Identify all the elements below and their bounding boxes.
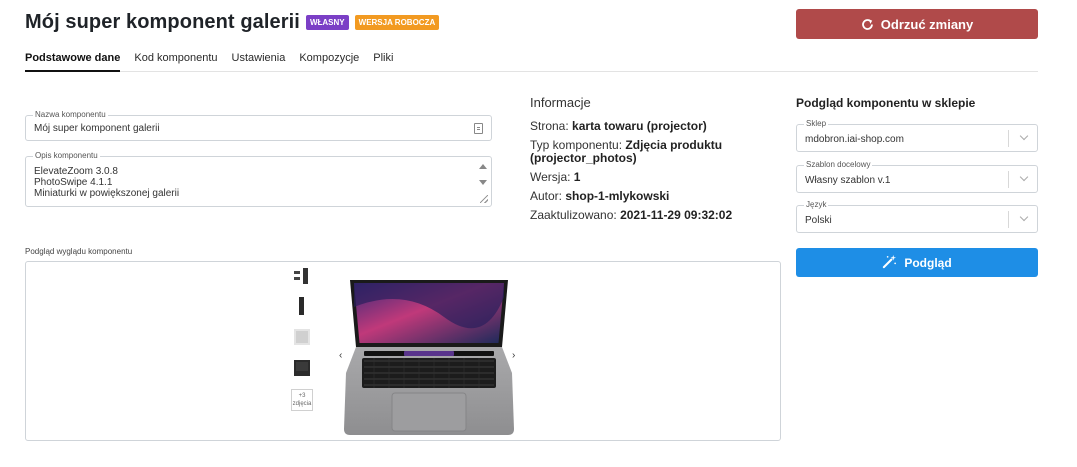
description-line: ElevateZoom 3.0.8 [34, 166, 118, 177]
chevron-down-icon[interactable] [1019, 131, 1029, 141]
discard-changes-button[interactable]: Odrzuć zmiany [796, 9, 1038, 39]
template-select[interactable]: Szablon docelowy Własny szablon v.1 [796, 160, 1038, 193]
description-line: PhotoSwipe 4.1.1 [34, 177, 113, 188]
chevron-down-icon[interactable] [1019, 212, 1029, 222]
component-description-label: Opis komponentu [33, 151, 100, 161]
language-select-label: Język [804, 200, 829, 210]
description-line: Miniaturki w powiększonej galerii [34, 188, 180, 199]
scroll-up-icon[interactable] [479, 164, 487, 169]
template-select-value: Własny szablon v.1 [805, 175, 891, 186]
scroll-down-icon[interactable] [479, 180, 487, 185]
tab-files[interactable]: Pliki [373, 52, 393, 72]
title-row: Mój super komponent galerii Własny Wersj… [25, 11, 440, 34]
component-name-field[interactable]: Nazwa komponentu Mój super komponent gal… [25, 110, 492, 141]
magic-wand-icon [882, 254, 897, 272]
select-separator [1008, 171, 1009, 188]
template-select-label: Szablon docelowy [804, 160, 873, 170]
info-title: Informacje [530, 95, 591, 110]
resize-handle-icon[interactable] [480, 195, 488, 203]
discard-changes-label: Odrzuć zmiany [880, 16, 974, 32]
preview-button[interactable]: Podgląd [796, 248, 1038, 277]
gallery-thumbnail[interactable] [291, 265, 313, 287]
draft-badge: Wersja robocza [354, 15, 440, 30]
store-preview-title: Podgląd komponentu w sklepie [796, 96, 976, 110]
tab-settings[interactable]: Ustawienia [232, 52, 286, 72]
component-look-label: Podgląd wyglądu komponentu [25, 247, 133, 256]
tab-basic-data[interactable]: Podstawowe dane [25, 52, 121, 72]
language-select[interactable]: Język Polski [796, 200, 1038, 233]
chevron-down-icon[interactable] [1019, 172, 1029, 182]
gallery-thumbnail[interactable] [291, 357, 313, 379]
document-icon [474, 123, 483, 134]
more-photos-thumbnail[interactable]: +3 zdjęcia [291, 389, 313, 411]
gallery-prev-arrow[interactable]: ‹ [339, 350, 342, 361]
component-name-label: Nazwa komponentu [33, 110, 108, 120]
tab-bar: Podstawowe dane Kod komponentu Ustawieni… [25, 52, 1038, 72]
tab-compositions[interactable]: Kompozycje [299, 52, 359, 72]
gallery-thumbnail[interactable] [291, 326, 313, 348]
preview-button-label: Podgląd [904, 255, 952, 270]
component-look-preview: +3 zdjęcia ‹ › [25, 261, 781, 441]
info-updated: Zaaktulizowano: 2021-11-29 09:32:02 [530, 208, 733, 222]
info-panel: Informacje Strona: karta towaru (project… [530, 95, 770, 228]
info-type: Typ komponentu: Zdjęcia produktu (projec… [530, 138, 723, 165]
undo-icon [861, 18, 874, 31]
tab-component-code[interactable]: Kod komponentu [134, 52, 217, 72]
more-photos-count: +3 [298, 393, 306, 399]
shop-select-label: Sklep [804, 119, 829, 129]
select-separator [1008, 130, 1009, 147]
select-separator [1008, 211, 1009, 228]
own-badge: Własny [305, 15, 349, 30]
component-description-field[interactable]: Opis komponentu ElevateZoom 3.0.8 PhotoS… [25, 151, 492, 207]
info-version: Wersja: 1 [530, 170, 581, 184]
shop-select-value: mdobron.iai-shop.com [805, 134, 904, 145]
language-select-value: Polski [805, 215, 832, 226]
more-photos-label: zdjęcia [292, 401, 312, 407]
product-laptop-image [344, 277, 514, 436]
shop-select[interactable]: Sklep mdobron.iai-shop.com [796, 119, 1038, 152]
info-author: Autor: shop-1-mlykowski [530, 189, 670, 203]
component-description-value[interactable]: ElevateZoom 3.0.8 PhotoSwipe 4.1.1 Minia… [34, 166, 179, 199]
info-page: Strona: karta towaru (projector) [530, 119, 707, 133]
component-name-value[interactable]: Mój super komponent galerii [34, 123, 160, 134]
page-title: Mój super komponent galerii [25, 11, 300, 33]
gallery-thumbnail[interactable] [291, 295, 313, 317]
